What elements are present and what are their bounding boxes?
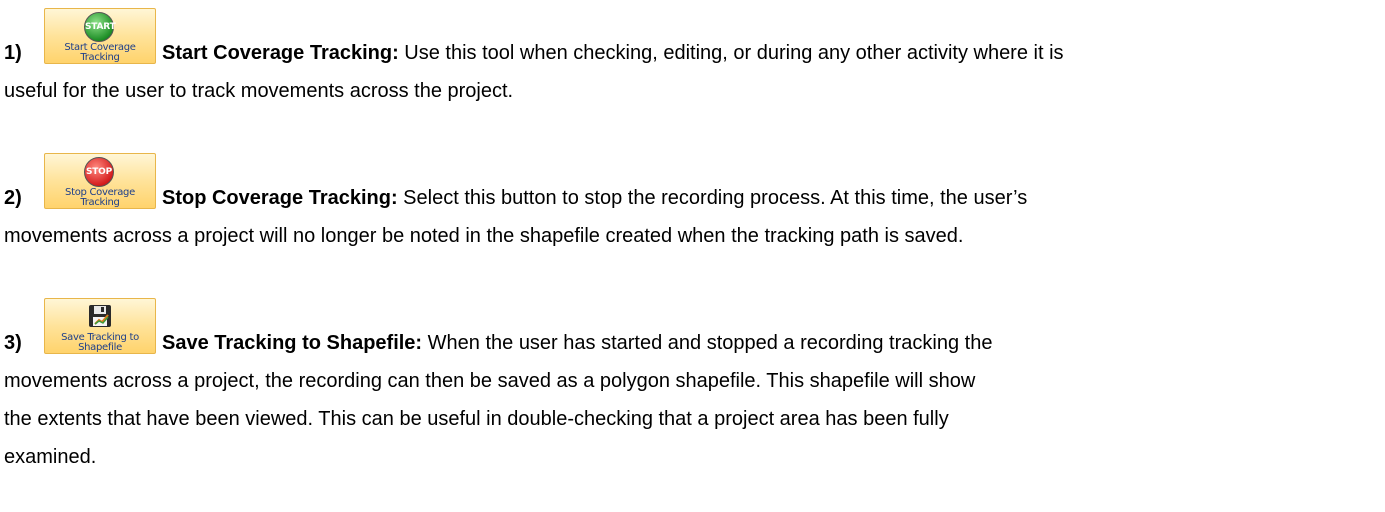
item-text-line1: Use this tool when checking, editing, or… [398,42,1064,64]
item-description: Stop Coverage Tracking: Select this butt… [4,179,1375,255]
item-text-rest-2: the extents that have been viewed. This … [4,408,949,430]
item-description: Save Tracking to Shapefile: When the use… [4,324,1375,476]
item-text-line1: Select this button to stop the recording… [397,187,1028,209]
item-term: Stop Coverage Tracking: [162,187,398,209]
item-text-rest: useful for the user to track movements a… [4,80,514,102]
item-term: Save Tracking to Shapefile: [162,332,423,354]
item-text-rest-1: movements across a project, the recordin… [4,370,976,392]
item-description: Start Coverage Tracking: Use this tool w… [4,34,1375,110]
item-term: Start Coverage Tracking: [162,42,399,64]
item-text-line1: When the user has started and stopped a … [422,332,993,354]
item-text-rest-3: examined. [4,446,97,468]
item-text-rest: movements across a project will no longe… [4,225,964,247]
